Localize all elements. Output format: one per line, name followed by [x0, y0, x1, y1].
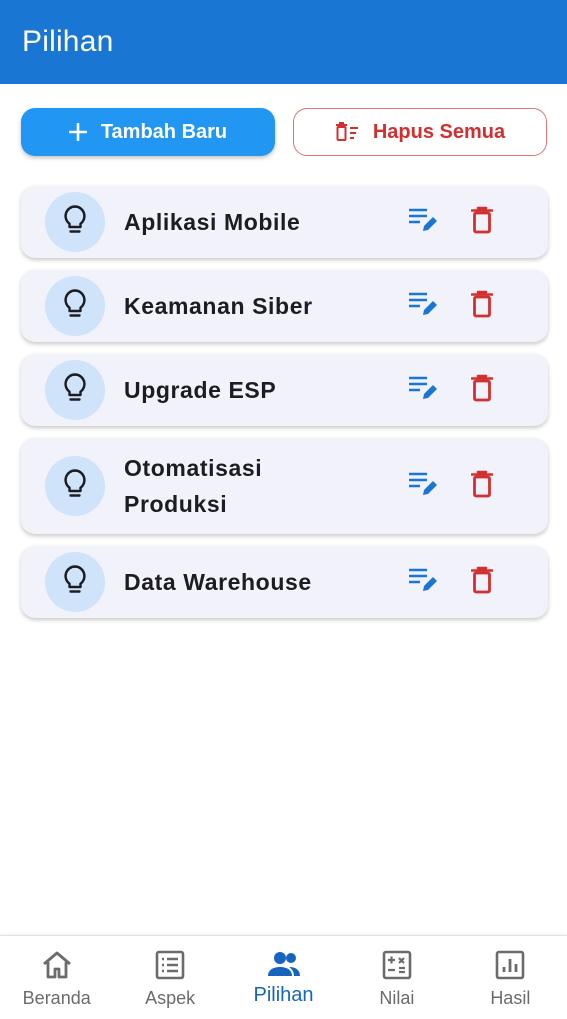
add-new-label: Tambah Baru: [100, 120, 228, 143]
trash-icon: [470, 374, 494, 407]
edit-button[interactable]: [407, 290, 439, 322]
edit-note-icon: [408, 471, 438, 502]
delete-sweep-icon: [335, 122, 359, 142]
item-title: Aplikasi Mobile: [124, 209, 301, 235]
item-title: Otomatisasi Produksi: [124, 455, 263, 517]
chart-icon: [495, 950, 525, 980]
edit-button[interactable]: [407, 470, 439, 502]
edit-button[interactable]: [407, 566, 439, 598]
nav-label: Beranda: [22, 988, 91, 1008]
action-row: Tambah Baru Hapus Semua: [0, 84, 567, 156]
nav-label: Pilihan: [253, 984, 314, 1006]
list-item[interactable]: Otomatisasi Produksi: [21, 438, 548, 534]
avatar: [45, 192, 105, 252]
edit-note-icon: [408, 207, 438, 238]
avatar: [45, 360, 105, 420]
avatar: [45, 276, 105, 336]
edit-button[interactable]: [407, 206, 439, 238]
delete-button[interactable]: [468, 206, 496, 238]
edit-note-icon: [408, 375, 438, 406]
item-title: Data Warehouse: [124, 569, 312, 595]
nav-item-pilihan[interactable]: Pilihan: [227, 936, 340, 1019]
nav-label: Aspek: [145, 988, 196, 1008]
avatar: [45, 552, 105, 612]
nav-item-nilai[interactable]: Nilai: [340, 936, 453, 1019]
edit-note-icon: [408, 291, 438, 322]
lightbulb-icon: [62, 204, 88, 241]
trash-icon: [470, 290, 494, 323]
trash-icon: [470, 566, 494, 599]
calculator-icon: [382, 950, 412, 980]
list-item[interactable]: Upgrade ESP: [21, 354, 548, 426]
delete-button[interactable]: [468, 290, 496, 322]
home-icon: [41, 950, 73, 980]
list-item[interactable]: Keamanan Siber: [21, 270, 548, 342]
nav-label: Nilai: [379, 988, 415, 1008]
app-root: Pilihan Tambah Baru Hapus Semua Aplikasi…: [0, 0, 567, 1019]
edit-note-icon: [408, 567, 438, 598]
lightbulb-icon: [62, 372, 88, 409]
plus-icon: [68, 123, 87, 141]
option-list: Aplikasi Mobile Keamanan Siber Upgrade E…: [0, 156, 567, 618]
people-icon: [267, 950, 301, 978]
delete-all-button[interactable]: Hapus Semua: [293, 108, 547, 156]
add-new-button[interactable]: Tambah Baru: [21, 108, 275, 156]
delete-button[interactable]: [468, 374, 496, 406]
list-icon: [155, 950, 185, 980]
item-title: Keamanan Siber: [124, 293, 313, 319]
lightbulb-icon: [62, 288, 88, 325]
trash-icon: [470, 470, 494, 503]
page-title: Pilihan: [22, 25, 114, 58]
app-bar: Pilihan: [0, 0, 567, 84]
delete-button[interactable]: [468, 470, 496, 502]
list-item[interactable]: Data Warehouse: [21, 546, 548, 618]
avatar: [45, 456, 105, 516]
delete-all-label: Hapus Semua: [372, 120, 506, 143]
item-title: Upgrade ESP: [124, 377, 277, 403]
nav-item-beranda[interactable]: Beranda: [0, 936, 113, 1019]
bottom-navigation: Beranda Aspek Pilihan Nilai Hasil: [0, 935, 567, 1019]
delete-button[interactable]: [468, 566, 496, 598]
lightbulb-icon: [62, 564, 88, 601]
lightbulb-icon: [62, 468, 88, 505]
nav-item-hasil[interactable]: Hasil: [454, 936, 567, 1019]
nav-item-aspek[interactable]: Aspek: [113, 936, 226, 1019]
trash-icon: [470, 206, 494, 239]
edit-button[interactable]: [407, 374, 439, 406]
list-item[interactable]: Aplikasi Mobile: [21, 186, 548, 258]
nav-label: Hasil: [490, 988, 531, 1008]
